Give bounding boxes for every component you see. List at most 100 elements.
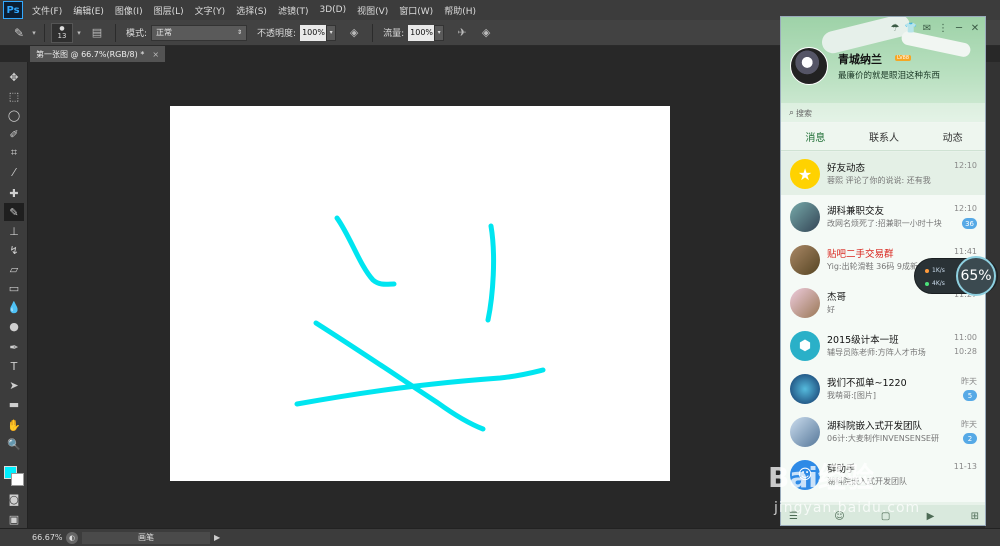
lasso-tool-icon[interactable]: ◯: [4, 106, 24, 124]
conversation-preview: 好: [827, 305, 835, 314]
flow-input[interactable]: 100%: [408, 24, 435, 41]
menu-edit[interactable]: 编辑(E): [73, 4, 104, 17]
clone-stamp-tool-icon[interactable]: ⊥: [4, 222, 24, 240]
crop-tool-icon[interactable]: ⌗: [4, 144, 24, 162]
menu-window[interactable]: 窗口(W): [399, 4, 433, 17]
zoom-tool-icon[interactable]: 🔍: [4, 435, 24, 453]
conversation-time: 12:10: [953, 161, 977, 170]
menu-file[interactable]: 文件(F): [32, 4, 62, 17]
conversation-item[interactable]: ★ 好友动态 蓉熙 评论了你的说说: 还有我 12:10: [781, 152, 985, 195]
qq-header: ☂ 👕 ✉ ⋮ ─ ✕ 青城纳兰 LV88 最廉价的就是眼泪这种东西 ⌕ 搜索: [781, 17, 985, 123]
menu-type[interactable]: 文字(Y): [195, 4, 226, 17]
status-info-icon[interactable]: ◐: [66, 531, 78, 544]
conversation-preview: 改网名烦死了:招兼职一小时十块: [827, 219, 942, 228]
pressure-size-icon[interactable]: ◈: [478, 25, 494, 41]
earth-avatar-icon: [790, 374, 820, 404]
memory-usage-percent[interactable]: 65%: [956, 256, 996, 296]
qq-search-bar[interactable]: ⌕ 搜索: [781, 103, 985, 123]
brush-panel-toggle-icon[interactable]: ▤: [89, 25, 105, 41]
document-canvas[interactable]: [170, 106, 670, 481]
opacity-dropdown-icon[interactable]: ▾: [326, 24, 337, 41]
baidu-jingyan-logo: Bai经验: [768, 461, 874, 494]
close-icon[interactable]: ✕: [967, 21, 983, 35]
flow-label: 流量:: [383, 29, 405, 39]
screen-mode-icon[interactable]: ▣: [4, 510, 24, 528]
person-avatar: [790, 288, 820, 318]
grid-icon[interactable]: ⊞: [971, 511, 979, 522]
upload-rate: 1K/s: [925, 267, 945, 274]
quick-select-tool-icon[interactable]: ✐: [4, 125, 24, 143]
menu-select[interactable]: 选择(S): [236, 4, 267, 17]
flow-dropdown-icon[interactable]: ▾: [434, 24, 445, 41]
quick-mask-icon[interactable]: ◙: [4, 490, 24, 508]
weather-icon[interactable]: ☂: [887, 21, 903, 35]
conversation-name: 湖科兼职交友: [827, 206, 885, 217]
minimize-icon[interactable]: ─: [951, 21, 967, 35]
brush-stroke-2: [485, 223, 497, 323]
preset-dropdown-icon[interactable]: ▾: [30, 25, 38, 41]
photoshop-window: Ps 文件(F) 编辑(E) 图像(I) 图层(L) 文字(Y) 选择(S) 滤…: [0, 0, 1000, 546]
tab-contacts[interactable]: 联系人: [850, 129, 919, 144]
airbrush-icon[interactable]: ✈: [454, 25, 470, 41]
status-menu-arrow-icon[interactable]: ▶: [214, 533, 220, 542]
conversation-secondary-time: 10:28: [953, 347, 977, 356]
rectangle-tool-icon[interactable]: ▬: [4, 395, 24, 413]
separator: [372, 23, 374, 42]
conversation-item[interactable]: 湖科兼职交友 改网名烦死了:招兼职一小时十块 12:10 36: [781, 195, 985, 238]
conversation-name: 湖科院嵌入式开发团队: [827, 421, 923, 432]
menu-filter[interactable]: 滤镜(T): [278, 4, 309, 17]
menu-3d[interactable]: 3D(D): [319, 5, 346, 15]
conversation-preview: 我萌哥:[图片]: [827, 391, 876, 400]
eyedropper-tool-icon[interactable]: ⁄: [4, 163, 24, 181]
brush-tool-icon[interactable]: ✎: [4, 203, 24, 221]
document-tab[interactable]: 第一张图 @ 66.7%(RGB/8) * ×: [30, 46, 165, 62]
menu-image[interactable]: 图像(I): [115, 4, 143, 17]
background-color-swatch[interactable]: [11, 473, 24, 486]
conversation-preview: 辅导员陈老师:方阵人才市场: [827, 348, 926, 357]
brush-size-dropdown-icon[interactable]: ▾: [75, 25, 83, 41]
skin-icon[interactable]: 👕: [903, 21, 919, 35]
more-icon[interactable]: ⋮: [935, 21, 951, 35]
menu-help[interactable]: 帮助(H): [444, 4, 476, 17]
conversation-item[interactable]: 湖科院嵌入式开发团队 06计:大麦制作INVENSENSE研 昨天 2: [781, 410, 985, 453]
opacity-input[interactable]: 100%: [300, 24, 327, 41]
brush-size-picker[interactable]: ● 13: [51, 22, 73, 43]
brush-tool-preset-icon[interactable]: ✎: [8, 24, 30, 42]
search-placeholder: 搜索: [796, 108, 813, 118]
move-tool-icon[interactable]: ✥: [4, 68, 24, 86]
panel-dock-strip: [985, 62, 1000, 528]
dodge-tool-icon[interactable]: ●: [4, 317, 24, 335]
history-brush-tool-icon[interactable]: ↯: [4, 241, 24, 259]
brush-dot-icon: ●: [59, 25, 65, 32]
download-rate-value: 4K/s: [932, 280, 945, 287]
user-avatar[interactable]: [790, 47, 828, 85]
pen-tool-icon[interactable]: ✒: [4, 338, 24, 356]
type-tool-icon[interactable]: T: [4, 357, 24, 375]
upload-rate-value: 1K/s: [932, 267, 945, 274]
menu-layer[interactable]: 图层(L): [154, 4, 184, 17]
user-name: 青城纳兰: [838, 53, 882, 66]
tab-feeds[interactable]: 动态: [918, 129, 985, 144]
conversation-item[interactable]: ⬢ 2015级计本一班 辅导员陈老师:方阵人才市场 11:00 10:28: [781, 324, 985, 367]
healing-brush-tool-icon[interactable]: ✚: [4, 184, 24, 202]
pressure-opacity-icon[interactable]: ◈: [346, 25, 362, 41]
brush-stroke-3: [313, 320, 486, 432]
mail-icon[interactable]: ✉: [919, 21, 935, 35]
blur-tool-icon[interactable]: 💧: [4, 298, 24, 316]
close-tab-icon[interactable]: ×: [152, 50, 159, 59]
opacity-label: 不透明度:: [257, 29, 297, 39]
zoom-level[interactable]: 66.67%: [32, 533, 66, 542]
mode-select[interactable]: 正常 ⇕: [151, 24, 248, 41]
conversation-item[interactable]: 我们不孤单~1220 我萌哥:[图片] 昨天 5: [781, 367, 985, 410]
vip-badge[interactable]: LV88: [895, 55, 912, 61]
eraser-tool-icon[interactable]: ▱: [4, 260, 24, 278]
menu-view[interactable]: 视图(V): [357, 4, 388, 17]
marquee-tool-icon[interactable]: ⬚: [4, 87, 24, 105]
conversation-preview: 06计:大麦制作INVENSENSE研: [827, 434, 939, 443]
hand-tool-icon[interactable]: ✋: [4, 416, 24, 434]
tab-messages[interactable]: 消息: [781, 129, 850, 144]
user-signature[interactable]: 最廉价的就是眼泪这种东西: [838, 69, 940, 81]
download-rate: 4K/s: [925, 280, 945, 287]
gradient-tool-icon[interactable]: ▭: [4, 279, 24, 297]
path-select-tool-icon[interactable]: ➤: [4, 376, 24, 394]
